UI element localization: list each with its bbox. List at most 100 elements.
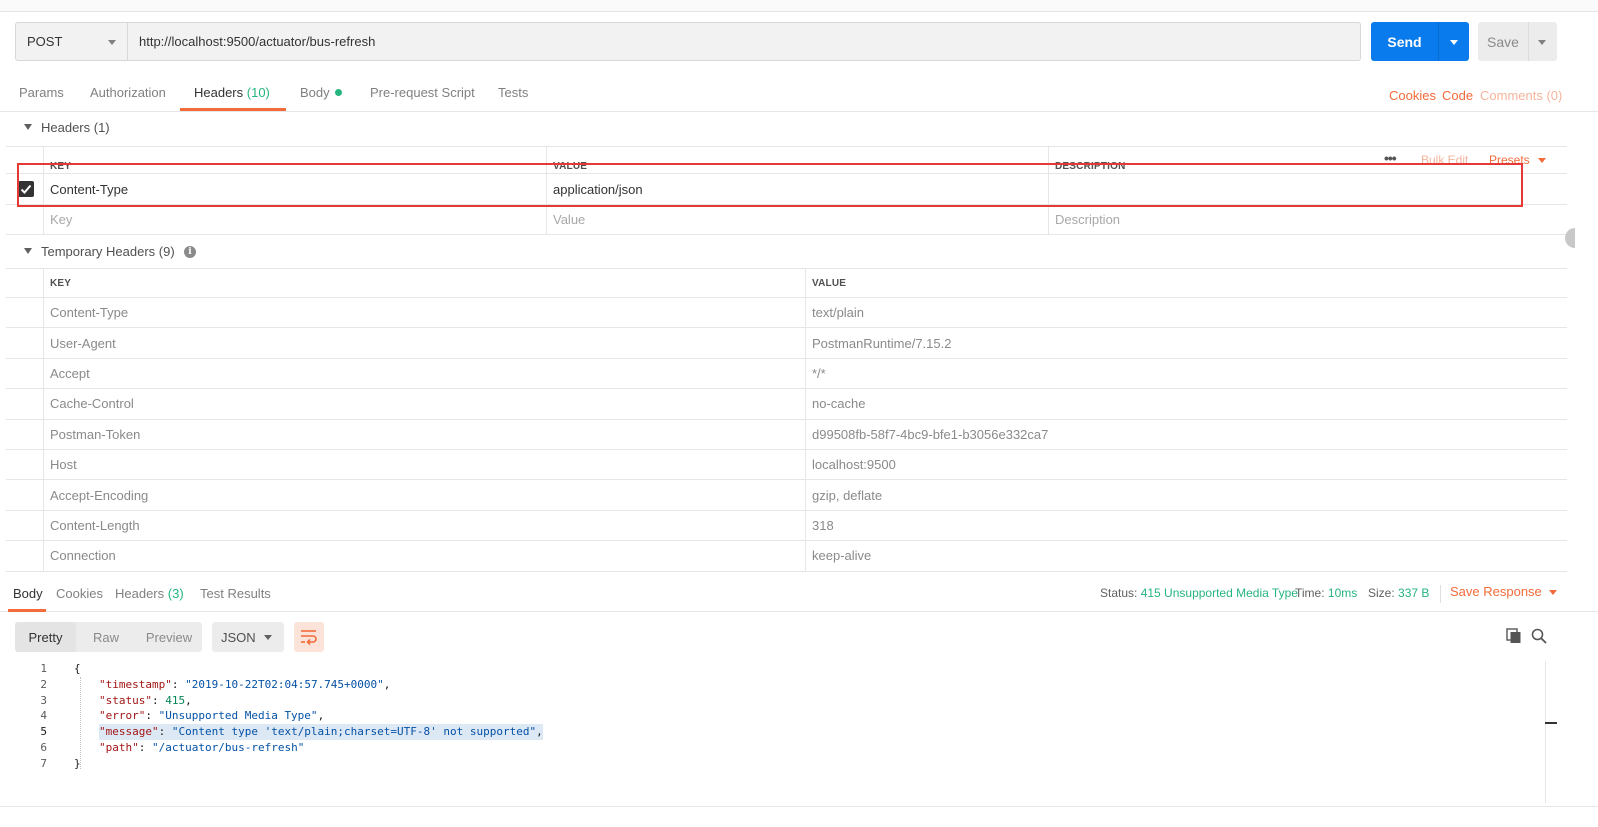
- resp-tab-cookies[interactable]: Cookies: [56, 586, 103, 601]
- header-description-input[interactable]: [1049, 174, 1549, 204]
- copy-icon[interactable]: [1506, 628, 1522, 644]
- tab-label: Headers: [115, 586, 165, 601]
- code-line: 7}: [0, 756, 1545, 772]
- line-number: 1: [40, 662, 47, 675]
- line-number: 3: [40, 693, 47, 707]
- tab-label: Body: [13, 586, 43, 601]
- cookies-link[interactable]: Cookies: [1389, 88, 1436, 103]
- temp-header-key: Connection: [50, 548, 116, 564]
- response-tabs: Body Cookies Headers (3) Test Results St…: [0, 577, 1598, 612]
- top-strip: [0, 0, 1598, 12]
- resp-tab-test-results[interactable]: Test Results: [200, 586, 271, 601]
- save-response-dropdown[interactable]: Save Response: [1450, 584, 1557, 599]
- send-options-chevron-icon[interactable]: [1450, 40, 1458, 45]
- line-number: 4: [40, 709, 47, 723]
- row-enabled-checkbox[interactable]: [18, 181, 34, 197]
- new-key-input[interactable]: Key: [44, 205, 72, 234]
- code-text: "path": "/actuator/bus-refresh": [99, 740, 304, 756]
- request-tabs: Params Authorization Headers (10) Body P…: [0, 75, 1598, 112]
- column-description: DESCRIPTION: [1055, 160, 1126, 172]
- table-row: Cache-Control no-cache: [6, 389, 1567, 420]
- size-value: 337 B: [1398, 586, 1430, 600]
- header-value-input[interactable]: application/json: [547, 174, 643, 204]
- code-token: :: [171, 677, 186, 691]
- resp-tab-headers[interactable]: Headers (3): [115, 586, 184, 601]
- format-label: JSON: [221, 629, 256, 645]
- code-line: 2 "timestamp": "2019-10-22T02:04:57.745+0…: [0, 677, 1545, 693]
- code-token: :: [158, 725, 172, 739]
- tab-label: Pre-request Script: [370, 85, 475, 100]
- wrap-lines-button[interactable]: [294, 622, 324, 652]
- view-raw-button[interactable]: Raw: [77, 622, 135, 652]
- bulk-edit-link[interactable]: Bulk Edit: [1421, 153, 1468, 167]
- tab-label: Headers: [194, 85, 244, 100]
- view-preview-button[interactable]: Preview: [136, 622, 202, 652]
- code-token: :: [151, 693, 166, 707]
- temp-header-key: Cache-Control: [50, 396, 134, 412]
- tab-label: Body: [300, 85, 330, 100]
- table-row: Accept */*: [6, 358, 1567, 390]
- tab-headers[interactable]: Headers (10): [194, 85, 270, 100]
- status-value: 415 Unsupported Media Type: [1140, 586, 1298, 600]
- code-token: {: [74, 662, 81, 675]
- save-divider: [1528, 22, 1529, 61]
- tab-label: Cookies: [56, 586, 103, 601]
- code-line: 6 "path": "/actuator/bus-refresh": [0, 740, 1545, 756]
- headers-section-toggle[interactable]: Headers (1): [0, 118, 1598, 140]
- temp-headers-table-header: KEY VALUE: [6, 268, 1567, 298]
- code-token: 415: [165, 693, 186, 707]
- bottom-divider: [0, 806, 1598, 807]
- url-text: http://localhost:9500/actuator/bus-refre…: [139, 34, 376, 49]
- temp-header-value: text/plain: [812, 305, 865, 321]
- tab-params[interactable]: Params: [19, 85, 64, 100]
- temp-header-value: d99508fb-58f7-4bc9-bfe1-b3056e332ca7: [812, 426, 1049, 442]
- line-number: 2: [40, 677, 47, 691]
- info-icon[interactable]: i: [184, 246, 196, 258]
- code-token: "error": [99, 709, 146, 723]
- send-button[interactable]: Send: [1371, 22, 1469, 61]
- url-input[interactable]: http://localhost:9500/actuator/bus-refre…: [128, 22, 1361, 61]
- tab-label: Test Results: [200, 586, 271, 601]
- temp-header-key: Postman-Token: [50, 426, 141, 442]
- new-value-input[interactable]: Value: [547, 205, 585, 234]
- format-select[interactable]: JSON: [212, 622, 284, 652]
- save-button[interactable]: Save: [1478, 22, 1557, 61]
- tab-label: Params: [19, 85, 64, 100]
- code-token: "/actuator/bus-refresh": [152, 741, 305, 754]
- method-label: POST: [27, 34, 63, 49]
- presets-dropdown[interactable]: Presets: [1489, 153, 1546, 167]
- method-select[interactable]: POST: [15, 22, 128, 61]
- search-icon[interactable]: [1531, 628, 1547, 644]
- code-text: }: [74, 756, 81, 772]
- code-token: "Content type 'text/plain;charset=UTF-8'…: [171, 725, 537, 739]
- code-token: "status": [99, 693, 152, 707]
- temp-header-key: Accept: [50, 365, 90, 381]
- editor-scrollbar[interactable]: [1545, 661, 1557, 803]
- code-token: :: [145, 709, 159, 723]
- temp-headers-section-toggle[interactable]: Temporary Headers (9) i: [0, 242, 1598, 264]
- checkmark-icon: [20, 184, 32, 194]
- code-link[interactable]: Code: [1442, 88, 1473, 103]
- more-options-icon[interactable]: •••: [1384, 150, 1397, 166]
- comments-link[interactable]: Comments (0): [1480, 88, 1562, 103]
- code-token: }: [74, 756, 81, 770]
- view-pretty-button[interactable]: Pretty: [15, 622, 76, 652]
- tab-tests[interactable]: Tests: [498, 85, 528, 100]
- header-key-input[interactable]: Content-Type: [44, 174, 128, 204]
- tab-body[interactable]: Body: [300, 85, 342, 100]
- tab-authorization[interactable]: Authorization: [90, 85, 166, 100]
- column-value: VALUE: [553, 160, 588, 172]
- divider: [1440, 585, 1441, 603]
- temp-header-value: keep-alive: [812, 548, 872, 564]
- code-text: "status": 415,: [99, 693, 192, 709]
- save-options-chevron-icon[interactable]: [1538, 40, 1546, 45]
- code-token: ,: [536, 725, 543, 739]
- tab-pre-request-script[interactable]: Pre-request Script: [370, 85, 475, 100]
- code-line: 5 "message": "Content type 'text/plain;ch…: [0, 724, 1545, 741]
- code-text: "message": "Content type 'text/plain;cha…: [99, 724, 543, 741]
- save-label: Save: [1487, 33, 1519, 50]
- code-text: "error": "Unsupported Media Type",: [99, 708, 324, 724]
- new-description-input[interactable]: Description: [1049, 205, 1120, 234]
- resp-tab-body[interactable]: Body: [13, 586, 43, 601]
- temp-header-key: Content-Length: [50, 517, 140, 533]
